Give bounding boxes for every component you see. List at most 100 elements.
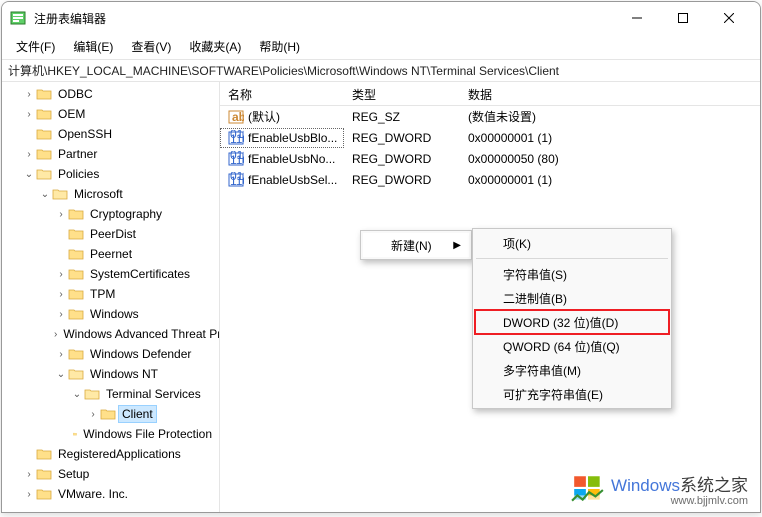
tree-item-oem[interactable]: › OEM bbox=[2, 104, 219, 124]
menubar: 文件(F) 编辑(E) 查看(V) 收藏夹(A) 帮助(H) bbox=[2, 34, 760, 60]
tree-item-systemcertificates[interactable]: ›SystemCertificates bbox=[2, 264, 219, 284]
svg-text:ab: ab bbox=[232, 110, 244, 124]
ctx-item-5[interactable]: 多字符串值(M) bbox=[475, 358, 669, 382]
value-name: 011110fEnableUsbNo... bbox=[220, 149, 344, 169]
ctx-item-label: 项(K) bbox=[503, 235, 531, 252]
ctx-item-label: DWORD (32 位)值(D) bbox=[503, 314, 618, 331]
tree-toggle-icon[interactable]: ⌄ bbox=[54, 369, 68, 380]
tree-item-partner[interactable]: ›Partner bbox=[2, 144, 219, 164]
ctx-separator bbox=[476, 258, 668, 259]
menu-edit[interactable]: 编辑(E) bbox=[65, 35, 121, 58]
ctx-item-2[interactable]: 二进制值(B) bbox=[475, 286, 669, 310]
ctx-item-4[interactable]: QWORD (64 位)值(Q) bbox=[475, 334, 669, 358]
column-type[interactable]: 类型 bbox=[344, 82, 460, 105]
menu-favorites[interactable]: 收藏夹(A) bbox=[181, 35, 249, 58]
ctx-item-0[interactable]: 项(K) bbox=[475, 231, 669, 255]
tree-pane[interactable]: ›ODBC›OEMOpenSSH›Partner⌄Policies⌄Micros… bbox=[2, 82, 220, 512]
minimize-button[interactable] bbox=[614, 3, 660, 33]
ctx-new[interactable]: 新建(N) ▶ bbox=[363, 233, 469, 257]
ctx-new-label: 新建(N) bbox=[391, 237, 432, 254]
tree-toggle-icon[interactable]: ⌄ bbox=[38, 189, 52, 200]
tree-item-cryptography[interactable]: › Cryptography bbox=[2, 204, 219, 224]
tree-toggle-icon[interactable]: › bbox=[86, 409, 100, 420]
tree-toggle-icon[interactable]: › bbox=[54, 309, 68, 320]
tree-item-client[interactable]: › Client bbox=[2, 404, 219, 424]
tree-label: Windows NT bbox=[87, 366, 161, 382]
value-type: REG_SZ bbox=[344, 108, 460, 126]
tree-toggle-icon[interactable]: › bbox=[22, 89, 36, 100]
address-bar[interactable]: 计算机\HKEY_LOCAL_MACHINE\SOFTWARE\Policies… bbox=[2, 60, 760, 82]
tree-item-tpm[interactable]: ›TPM bbox=[2, 284, 219, 304]
address-text: 计算机\HKEY_LOCAL_MACHINE\SOFTWARE\Policies… bbox=[8, 62, 559, 79]
tree-label: RegisteredApplications bbox=[55, 446, 184, 462]
tree-item-setup[interactable]: › Setup bbox=[2, 464, 219, 484]
tree-item-windows-defender[interactable]: ›Windows Defender bbox=[2, 344, 219, 364]
list-pane[interactable]: 名称 类型 数据 ab(默认)REG_SZ(数值未设置)011110fEnabl… bbox=[220, 82, 760, 512]
svg-text:110: 110 bbox=[230, 132, 244, 146]
column-data[interactable]: 数据 bbox=[460, 82, 760, 105]
tree-label: Policies bbox=[55, 166, 102, 182]
column-name[interactable]: 名称 bbox=[220, 82, 344, 105]
tree-toggle-icon[interactable]: › bbox=[54, 329, 57, 340]
tree-label: Terminal Services bbox=[103, 386, 204, 402]
tree-toggle-icon[interactable]: › bbox=[54, 269, 68, 280]
tree-item-windows-nt[interactable]: ⌄ Windows NT bbox=[2, 364, 219, 384]
tree-item-peerdist[interactable]: PeerDist bbox=[2, 224, 219, 244]
value-name: 011110fEnableUsbBlo... bbox=[220, 128, 344, 148]
tree-label: OEM bbox=[55, 106, 88, 122]
tree-label: Windows bbox=[87, 306, 142, 322]
value-row[interactable]: 011110fEnableUsbNo...REG_DWORD0x00000050… bbox=[220, 148, 760, 169]
maximize-button[interactable] bbox=[660, 3, 706, 33]
tree-toggle-icon[interactable]: › bbox=[54, 349, 68, 360]
tree-toggle-icon[interactable]: › bbox=[22, 109, 36, 120]
tree-item-odbc[interactable]: ›ODBC bbox=[2, 84, 219, 104]
value-row[interactable]: 011110fEnableUsbBlo...REG_DWORD0x0000000… bbox=[220, 127, 760, 148]
ctx-item-label: 字符串值(S) bbox=[503, 266, 567, 283]
value-row[interactable]: 011110fEnableUsbSel...REG_DWORD0x0000000… bbox=[220, 169, 760, 190]
tree-label: OpenSSH bbox=[55, 126, 115, 142]
tree-toggle-icon[interactable]: › bbox=[22, 469, 36, 480]
ctx-item-3[interactable]: DWORD (32 位)值(D) bbox=[475, 310, 669, 334]
tree-label: VMware. Inc. bbox=[55, 486, 131, 502]
tree-item-policies[interactable]: ⌄ Policies bbox=[2, 164, 219, 184]
context-menu-new[interactable]: 新建(N) ▶ bbox=[360, 230, 472, 260]
tree-item-registeredapplications[interactable]: RegisteredApplications bbox=[2, 444, 219, 464]
tree-label: Cryptography bbox=[87, 206, 165, 222]
tree-item-microsoft[interactable]: ⌄Microsoft bbox=[2, 184, 219, 204]
value-row[interactable]: ab(默认)REG_SZ(数值未设置) bbox=[220, 106, 760, 127]
menu-help[interactable]: 帮助(H) bbox=[251, 35, 308, 58]
tree-label: PeerDist bbox=[87, 226, 139, 242]
tree-label: Setup bbox=[55, 466, 92, 482]
ctx-item-label: QWORD (64 位)值(Q) bbox=[503, 338, 620, 355]
ctx-item-1[interactable]: 字符串值(S) bbox=[475, 262, 669, 286]
ctx-item-6[interactable]: 可扩充字符串值(E) bbox=[475, 382, 669, 406]
close-button[interactable] bbox=[706, 3, 752, 33]
value-name: 011110fEnableUsbSel... bbox=[220, 170, 344, 190]
menu-file[interactable]: 文件(F) bbox=[8, 35, 63, 58]
titlebar[interactable]: 注册表编辑器 bbox=[2, 2, 760, 34]
tree-label: Peernet bbox=[87, 246, 135, 262]
content-area: ›ODBC›OEMOpenSSH›Partner⌄Policies⌄Micros… bbox=[2, 82, 760, 512]
value-type: REG_DWORD bbox=[344, 171, 460, 189]
tree-toggle-icon[interactable]: ⌄ bbox=[22, 169, 36, 180]
context-submenu[interactable]: 项(K) 字符串值(S) 二进制值(B) DWORD (32 位)值(D) QWORD … bbox=[472, 228, 672, 409]
tree-toggle-icon[interactable]: › bbox=[22, 489, 36, 500]
tree-item-windows-advanced-threat-protection[interactable]: ›Windows Advanced Threat Protection bbox=[2, 324, 219, 344]
ctx-item-label: 可扩充字符串值(E) bbox=[503, 386, 603, 403]
tree-toggle-icon[interactable]: › bbox=[54, 209, 68, 220]
tree-toggle-icon[interactable]: › bbox=[54, 289, 68, 300]
tree-item-peernet[interactable]: Peernet bbox=[2, 244, 219, 264]
tree-item-vmware-inc-[interactable]: › VMware. Inc. bbox=[2, 484, 219, 504]
ctx-item-label: 二进制值(B) bbox=[503, 290, 567, 307]
tree-label: Client bbox=[119, 406, 156, 422]
tree-item-terminal-services[interactable]: ⌄ Terminal Services bbox=[2, 384, 219, 404]
tree-item-windows-file-protection[interactable]: Windows File Protection bbox=[2, 424, 219, 444]
tree-toggle-icon[interactable]: ⌄ bbox=[70, 389, 84, 400]
menu-view[interactable]: 查看(V) bbox=[123, 35, 179, 58]
tree-item-windows[interactable]: › Windows bbox=[2, 304, 219, 324]
tree-toggle-icon[interactable]: › bbox=[22, 149, 36, 160]
tree-label: Windows Advanced Threat Protection bbox=[60, 326, 220, 342]
tree-item-openssh[interactable]: OpenSSH bbox=[2, 124, 219, 144]
list-header: 名称 类型 数据 bbox=[220, 82, 760, 106]
value-type: REG_DWORD bbox=[344, 150, 460, 168]
